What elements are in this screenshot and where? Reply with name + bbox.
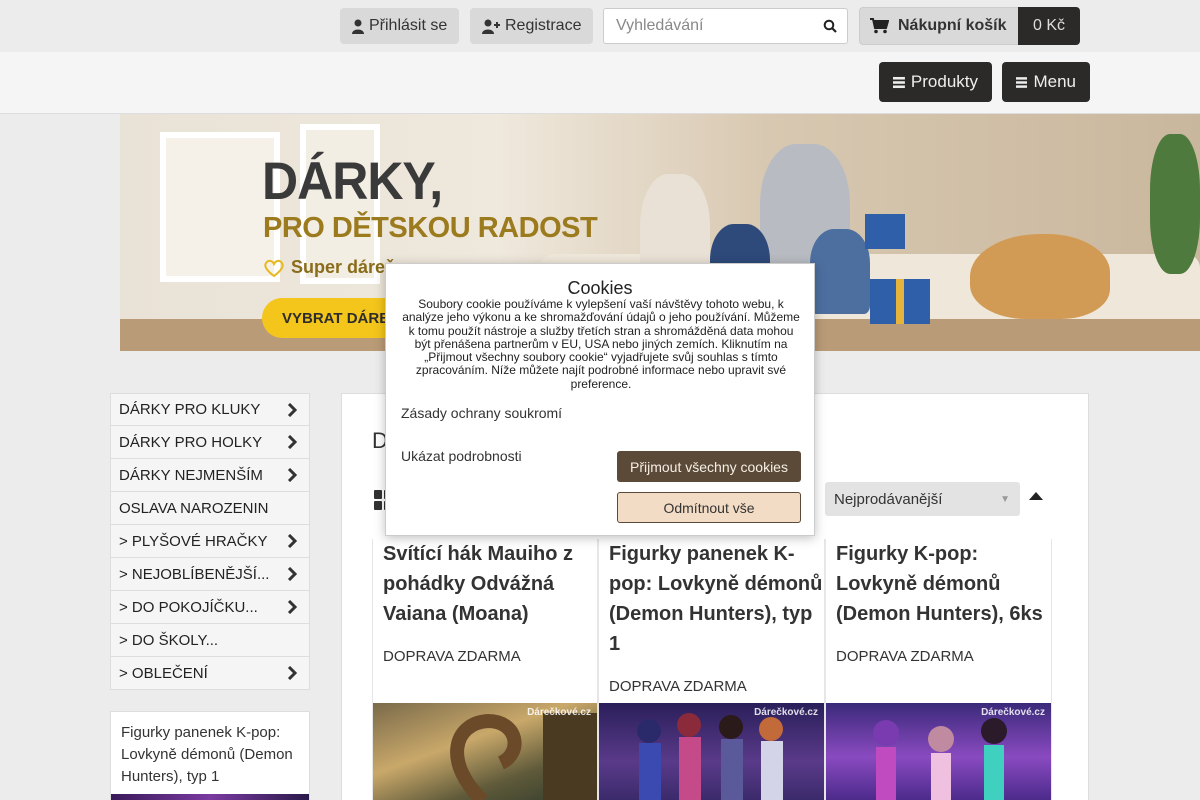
bars-icon bbox=[1016, 76, 1028, 88]
product-title[interactable]: Figurky K-pop: Lovkyně démonů (Demon Hun… bbox=[836, 539, 1051, 629]
product-image[interactable]: Dárečkové.cz bbox=[826, 703, 1051, 800]
bars-icon bbox=[893, 76, 905, 88]
sidebar-item-label: DÁRKY NEJMENŠÍM bbox=[119, 466, 263, 484]
chevron-right-icon bbox=[287, 435, 297, 449]
chevron-right-icon bbox=[287, 468, 297, 482]
banner-tagline-text: Super dáreč bbox=[291, 257, 396, 277]
product-watermark: Dárečkové.cz bbox=[527, 707, 591, 718]
product-watermark: Dárečkové.cz bbox=[981, 707, 1045, 718]
user-plus-icon bbox=[482, 19, 500, 34]
product-card[interactable]: Svítící hák Mauiho z pohádky Odvážná Vai… bbox=[372, 539, 598, 800]
sidebar-item-darky-pro-kluky[interactable]: DÁRKY PRO KLUKY bbox=[110, 393, 310, 426]
product-watermark: Dárečkové.cz bbox=[754, 707, 818, 718]
cart-total: 0 Kč bbox=[1018, 7, 1080, 45]
sidebar-item-label: DÁRKY PRO KLUKY bbox=[119, 401, 261, 418]
cookie-consent-dialog: Cookies Soubory cookie používáme k vylep… bbox=[385, 263, 815, 536]
dropdown-caret-icon: ▼ bbox=[1000, 494, 1010, 505]
category-sidebar: DÁRKY PRO KLUKY DÁRKY PRO HOLKY DÁRKY NE… bbox=[110, 393, 310, 690]
sidebar-item-label: > DO POKOJÍČKU... bbox=[119, 598, 258, 616]
sidebar-item-label: OSLAVA NAROZENIN bbox=[119, 499, 269, 517]
chevron-right-icon bbox=[287, 403, 297, 417]
cookie-text: Soubory cookie používáme k vylepšení vaš… bbox=[402, 297, 800, 391]
banner-tagline: Super dáreč bbox=[263, 257, 395, 278]
heart-icon bbox=[264, 259, 284, 277]
product-shipping: DOPRAVA ZDARMA bbox=[383, 648, 521, 665]
banner-gift bbox=[870, 279, 930, 324]
product-title[interactable]: Svítící hák Mauiho z pohádky Odvážná Vai… bbox=[383, 539, 597, 629]
product-image[interactable]: Dárečkové.cz bbox=[373, 703, 597, 800]
login-label: Přihlásit se bbox=[369, 17, 448, 34]
products-label: Produkty bbox=[910, 72, 978, 91]
product-shipping: DOPRAVA ZDARMA bbox=[836, 648, 974, 665]
product-card[interactable]: Figurky K-pop: Lovkyně démonů (Demon Hun… bbox=[825, 539, 1052, 800]
sidebar-item-label: > PLYŠOVÉ HRAČKY bbox=[119, 532, 268, 550]
banner-plant bbox=[1150, 134, 1200, 274]
menu-label: Menu bbox=[1033, 72, 1076, 91]
cart-label-group: Nákupní košík bbox=[870, 8, 1006, 44]
sidebar-item-nejoblibenejsi[interactable]: > NEJOBLÍBENĚJŠÍ... bbox=[110, 558, 310, 591]
banner-girl bbox=[810, 229, 870, 314]
sort-select[interactable]: Nejprodávanější ▼ bbox=[825, 482, 1020, 516]
login-button[interactable]: Přihlásit se bbox=[340, 8, 460, 44]
product-card[interactable]: Figurky panenek K-pop: Lovkyně démonů (D… bbox=[598, 539, 825, 800]
show-details-link[interactable]: Ukázat podrobnosti bbox=[401, 448, 522, 464]
banner-dog bbox=[970, 234, 1110, 319]
sidebar-item-label: DÁRKY PRO HOLKY bbox=[119, 433, 263, 451]
privacy-policy-link[interactable]: Zásady ochrany soukromí bbox=[401, 405, 562, 421]
sidebar-promo-image bbox=[111, 794, 309, 800]
products-button[interactable]: Produkty bbox=[879, 62, 992, 102]
sidebar-item-darky-nejmensim[interactable]: DÁRKY NEJMENŠÍM bbox=[110, 459, 310, 492]
sidebar-item-oslava-narozenin[interactable]: OSLAVA NAROZENIN bbox=[110, 492, 310, 525]
cookie-title: Cookies bbox=[567, 278, 633, 298]
chevron-right-icon bbox=[287, 666, 297, 680]
user-icon bbox=[352, 19, 364, 34]
sort-selected-value: Nejprodávanější bbox=[834, 490, 943, 508]
top-bar: Přihlásit se Registrace Nákupní košík 0 … bbox=[0, 0, 1200, 52]
sidebar-item-darky-pro-holky[interactable]: DÁRKY PRO HOLKY bbox=[110, 426, 310, 459]
chevron-right-icon bbox=[287, 567, 297, 581]
accept-all-cookies-button[interactable]: Přijmout všechny cookies bbox=[617, 451, 801, 482]
search-box bbox=[603, 8, 848, 44]
banner-title: DÁRKY, bbox=[262, 151, 443, 211]
cart-button[interactable]: Nákupní košík 0 Kč bbox=[859, 7, 1080, 45]
sidebar-item-label: > NEJOBLÍBENĚJŠÍ... bbox=[119, 565, 270, 583]
banner-gift bbox=[865, 214, 905, 249]
sidebar-item-label: > DO ŠKOLY... bbox=[119, 631, 219, 649]
sidebar-item-do-pokojicku[interactable]: > DO POKOJÍČKU... bbox=[110, 591, 310, 624]
register-label: Registrace bbox=[505, 17, 582, 34]
sidebar-item-plysove-hracky[interactable]: > PLYŠOVÉ HRAČKY bbox=[110, 525, 310, 558]
sidebar-promo[interactable]: Figurky panenek K-pop: Lovkyně démonů (D… bbox=[110, 711, 310, 800]
product-shipping: DOPRAVA ZDARMA bbox=[609, 678, 747, 695]
sidebar-item-obleceni[interactable]: > OBLEČENÍ bbox=[110, 657, 310, 690]
cart-label: Nákupní košík bbox=[898, 17, 1007, 34]
sort-ascending-icon[interactable] bbox=[1029, 492, 1043, 500]
search-input[interactable] bbox=[604, 9, 814, 43]
search-icon[interactable] bbox=[823, 19, 837, 33]
chevron-right-icon bbox=[287, 534, 297, 548]
sidebar-promo-title: Figurky panenek K-pop: Lovkyně démonů (D… bbox=[121, 724, 293, 785]
reject-all-button[interactable]: Odmítnout vše bbox=[617, 492, 801, 523]
sidebar-item-label: > OBLEČENÍ bbox=[119, 664, 208, 682]
banner-subtitle: PRO DĚTSKOU RADOST bbox=[263, 212, 598, 244]
cart-icon bbox=[870, 18, 889, 34]
product-title[interactable]: Figurky panenek K-pop: Lovkyně démonů (D… bbox=[609, 539, 824, 659]
sidebar-item-do-skoly[interactable]: > DO ŠKOLY... bbox=[110, 624, 310, 657]
chevron-right-icon bbox=[287, 600, 297, 614]
menu-button[interactable]: Menu bbox=[1002, 62, 1090, 102]
nav-bar: Produkty Menu bbox=[0, 52, 1200, 114]
product-image[interactable]: Dárečkové.cz bbox=[599, 703, 824, 800]
register-button[interactable]: Registrace bbox=[470, 8, 594, 44]
